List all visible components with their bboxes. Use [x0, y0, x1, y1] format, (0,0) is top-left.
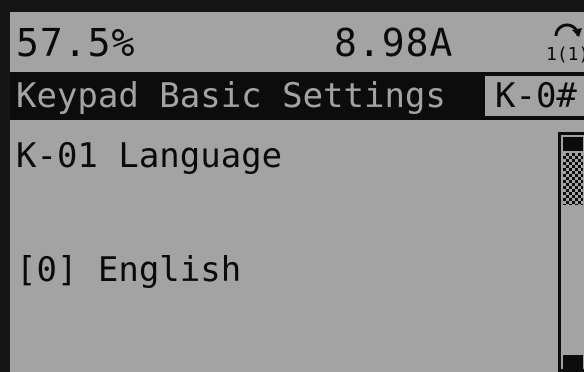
display-frame-left — [0, 0, 10, 372]
menu-code: K-0# — [495, 76, 577, 116]
parameter-name[interactable]: K-01 Language — [16, 134, 282, 178]
menu-code-box: K-0# — [482, 76, 584, 116]
status-line: 57.5% 8.98A 1(1) — [10, 12, 584, 70]
menu-title: Keypad Basic Settings — [16, 76, 446, 116]
menu-title-bar: Keypad Basic Settings K-0# — [10, 72, 584, 120]
status-readout-current: 8.98A — [334, 21, 454, 65]
status-readout-left: 57.5% — [16, 21, 136, 65]
scrollbar[interactable] — [558, 132, 584, 372]
lcd-display: 57.5% 8.98A 1(1) Keypad Basic Settings K… — [0, 0, 584, 372]
display-frame-top — [0, 0, 584, 12]
mode-icon-label: 1(1) — [546, 44, 584, 64]
parameter-value[interactable]: [0] English — [16, 248, 241, 292]
scrollbar-thumb[interactable] — [563, 153, 583, 205]
scroll-down-arrow-icon[interactable] — [563, 355, 583, 369]
hand-mode-1-1-icon: 1(1) — [546, 23, 584, 64]
scroll-up-arrow-icon[interactable] — [563, 137, 583, 151]
